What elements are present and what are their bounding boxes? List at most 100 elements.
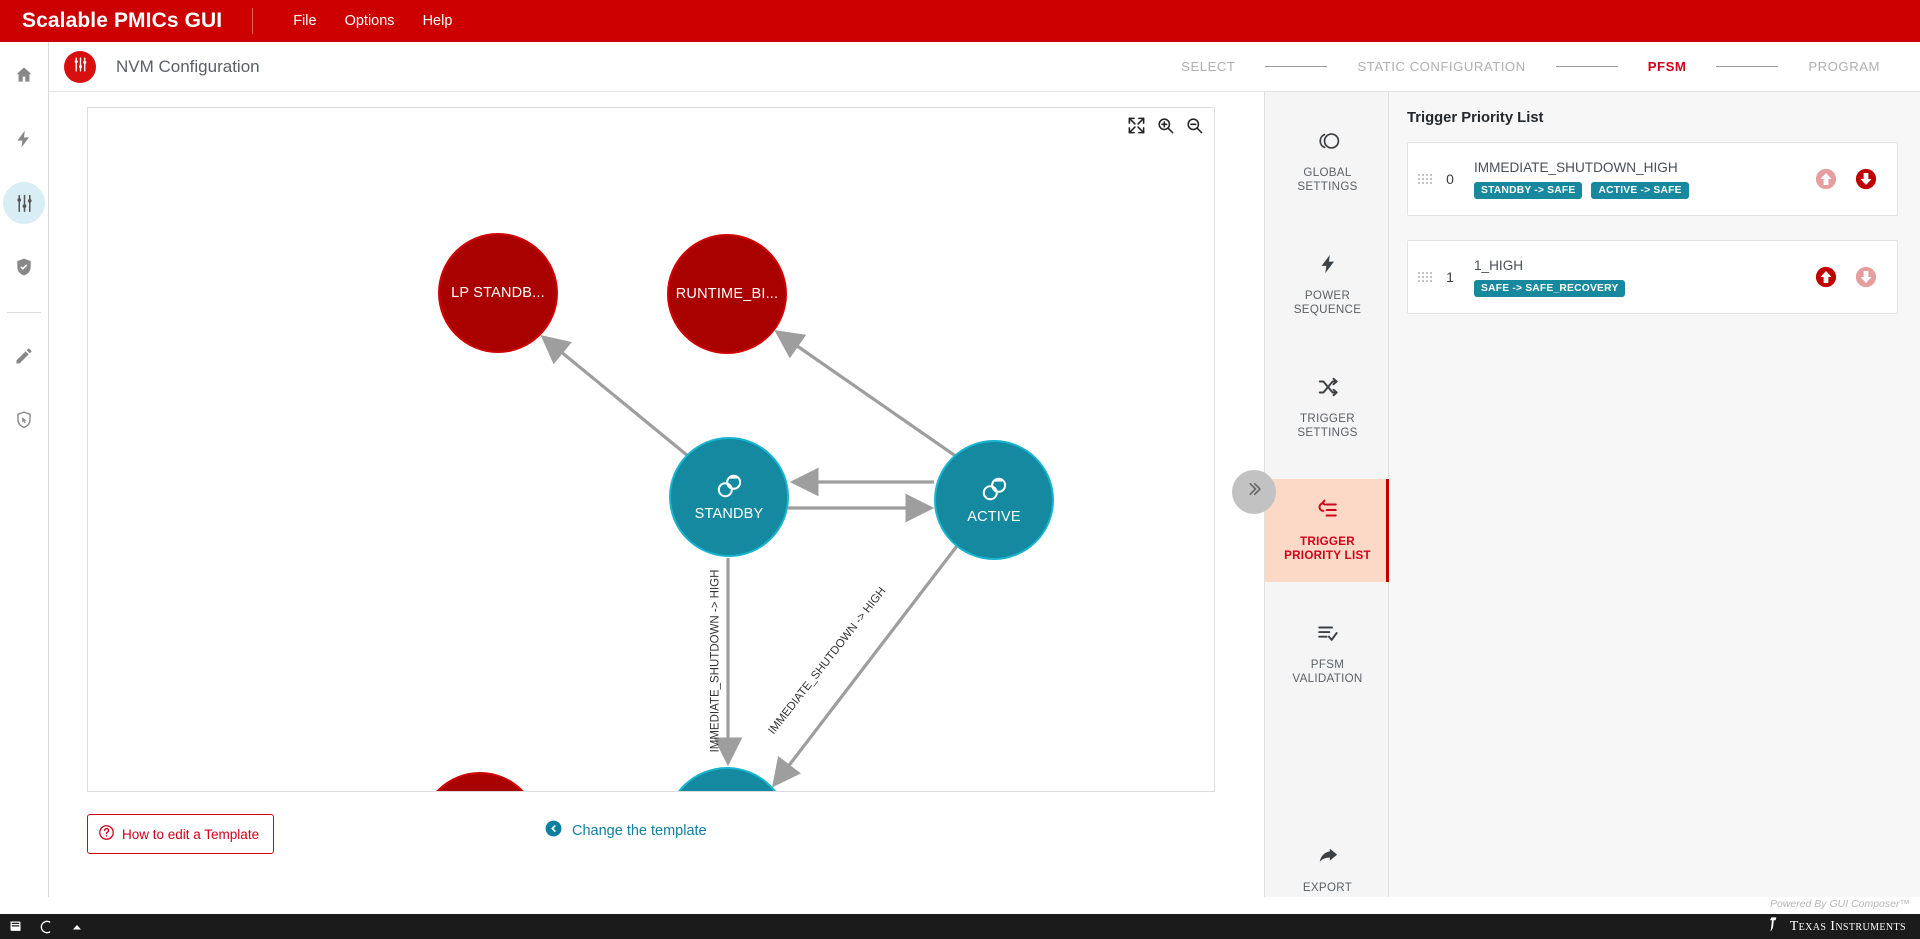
zoom-in-icon[interactable] [1156,116,1175,135]
share-arrow-icon [1271,841,1384,871]
rail-home-button[interactable] [3,54,45,96]
panel-collapse-handle[interactable] [1232,470,1276,514]
tab-label: POWER SEQUENCE [1271,289,1384,318]
state-node-label: STANDBY [695,506,764,522]
app-title: Scalable PMICs GUI [22,9,222,33]
tab-spacer [1265,582,1388,602]
how-to-edit-template-label: How to edit a Template [122,827,259,842]
rail-power-button[interactable] [3,118,45,160]
menu-options[interactable]: Options [331,9,409,33]
ti-brand-label: Texas Instruments [1790,919,1906,935]
state-diagram[interactable]: LP STANDB... RUNTIME_BI... STANDBY [87,107,1215,792]
zoom-out-icon[interactable] [1185,116,1204,135]
menu-bar: Scalable PMICs GUI File Options Help [0,0,1920,42]
drag-handle-icon[interactable] [1418,272,1432,282]
shield-check-icon [14,257,34,277]
status-bar: Texas Instruments [0,914,1920,939]
tab-spacer [1265,213,1388,233]
move-up-button[interactable] [1815,168,1837,190]
sliders-icon [72,56,89,78]
tab-trigger-settings[interactable]: TRIGGER SETTINGS [1265,356,1390,459]
rail-nvm-configuration-button[interactable] [3,182,45,224]
ti-logo-icon [1765,916,1782,938]
tab-label-line1: TRIGGER [1300,412,1355,425]
panel-title: Trigger Priority List [1407,110,1898,126]
rail-verify-button[interactable] [3,246,45,288]
bolt-icon [14,129,34,149]
state-node-standby[interactable]: STANDBY [671,439,787,555]
transition-chip-list: STANDBY -> SAFE ACTIVE -> SAFE [1474,182,1815,199]
workflow-stepper: SELECT STATIC CONFIGURATION PFSM PROGRAM [1181,59,1920,74]
rail-divider [7,312,41,313]
tab-power-sequence[interactable]: POWER SEQUENCE [1265,233,1390,336]
trigger-priority-item[interactable]: 0 IMMEDIATE_SHUTDOWN_HIGH STANDBY -> SAF… [1407,142,1898,216]
tab-label-line2: PRIORITY LIST [1284,549,1371,562]
move-down-button[interactable] [1855,266,1877,288]
step-connector [1265,66,1327,68]
trigger-name: IMMEDIATE_SHUTDOWN_HIGH [1474,160,1815,175]
state-node-label: RUNTIME_BI... [676,286,779,302]
menu-file[interactable]: File [279,9,330,33]
state-node-label: ACTIVE [967,509,1021,525]
change-template-button[interactable]: Change the template [544,819,707,842]
tab-label: EXPORT [1271,881,1384,895]
left-icon-rail [0,42,49,897]
tab-label: PFSM VALIDATION [1271,658,1384,687]
step-connector [1556,66,1618,68]
page-header: NVM Configuration SELECT STATIC CONFIGUR… [49,42,1920,92]
loading-icon[interactable] [39,919,55,935]
page-title: NVM Configuration [116,57,260,77]
checklist-icon [1271,618,1384,648]
fit-screen-icon[interactable] [1127,116,1146,135]
pfsm-section-tabs: GLOBAL SETTINGS POWER SEQUENCE [1264,92,1389,897]
tab-spacer [1265,459,1388,479]
state-node-active[interactable]: ACTIVE [936,442,1052,558]
transition-chip: ACTIVE -> SAFE [1591,182,1688,199]
tab-label: TRIGGER SETTINGS [1271,412,1384,441]
move-down-button[interactable] [1855,168,1877,190]
tab-export[interactable]: EXPORT [1265,825,1390,913]
step-static-configuration[interactable]: STATIC CONFIGURATION [1357,59,1525,74]
transition-chip-list: SAFE -> SAFE_RECOVERY [1474,280,1815,297]
step-pfsm[interactable]: PFSM [1648,59,1687,74]
tab-label-line2: SETTINGS [1297,426,1357,439]
state-node-runtime-bist[interactable]: RUNTIME_BI... [669,236,785,352]
how-to-edit-template-button[interactable]: How to edit a Template [87,814,274,854]
rail-edit-button[interactable] [3,335,45,377]
powered-by-label: Powered By GUI Composer™ [1770,898,1910,910]
diagram-edges [88,108,1215,792]
console-icon[interactable] [8,919,23,934]
caret-up-icon[interactable] [71,921,83,933]
tab-label-line1: POWER [1305,289,1350,302]
question-circle-icon [98,824,115,844]
tab-label-line2: SETTINGS [1297,180,1357,193]
step-select[interactable]: SELECT [1181,59,1235,74]
pfsm-canvas-area: LP STANDB... RUNTIME_BI... STANDBY [49,92,1264,897]
step-program[interactable]: PROGRAM [1808,59,1880,74]
page-icon-badge [64,51,96,83]
tab-spacer [1265,705,1388,825]
tab-label-line1: TRIGGER [1300,535,1355,548]
diagram-zoom-toolbar [1127,116,1204,135]
state-node-lp-standby[interactable]: LP STANDB... [440,235,556,351]
menu-help[interactable]: Help [409,9,467,33]
trigger-priority-item[interactable]: 1 1_HIGH SAFE -> SAFE_RECOVERY [1407,240,1898,314]
tab-trigger-priority-list[interactable]: TRIGGER PRIORITY LIST [1265,479,1390,582]
tab-pfsm-validation[interactable]: PFSM VALIDATION [1265,602,1390,705]
transition-chip: STANDBY -> SAFE [1474,182,1582,199]
tab-global-settings[interactable]: GLOBAL SETTINGS [1265,110,1390,213]
application-window: Scalable PMICs GUI File Options Help [0,0,1920,939]
tab-label-line1: EXPORT [1303,881,1352,894]
rail-security-button[interactable] [3,399,45,441]
move-up-button[interactable] [1815,266,1837,288]
tab-label-line2: SEQUENCE [1294,303,1361,316]
ti-brand: Texas Instruments [1765,916,1920,938]
tab-label-line2: VALIDATION [1292,672,1362,685]
tab-label: GLOBAL SETTINGS [1271,166,1384,195]
back-arrow-circle-icon [544,819,563,842]
drag-handle-icon[interactable] [1418,174,1432,184]
global-settings-icon [1271,126,1384,156]
tab-label-line1: GLOBAL [1303,166,1351,179]
tab-spacer [1265,336,1388,356]
double-chevron-right-icon [1245,480,1263,504]
